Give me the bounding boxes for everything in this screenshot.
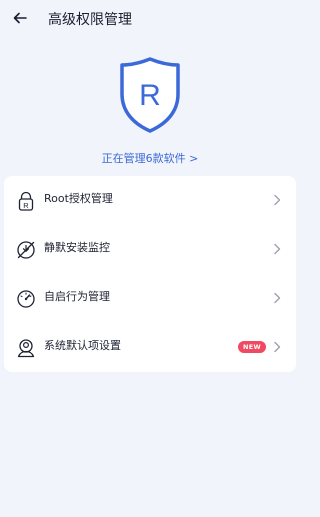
- menu-item-label: Root授权管理: [44, 192, 113, 205]
- root-lock-icon: R: [18, 191, 34, 211]
- menu-card: R Root授权管理 静默安装监控 自启行为管理 系统默认项设置 NEW: [4, 176, 296, 372]
- menu-item-silent-install[interactable]: 静默安装监控: [4, 225, 296, 274]
- back-button[interactable]: [8, 6, 32, 30]
- chevron-right-icon: [274, 194, 281, 206]
- menu-item-label: 静默安装监控: [44, 241, 110, 254]
- shield-letter: R: [139, 79, 161, 112]
- menu-item-autostart[interactable]: 自启行为管理: [4, 274, 296, 323]
- new-badge: NEW: [238, 341, 266, 353]
- shield-icon: R: [120, 57, 180, 133]
- menu-item-label: 自启行为管理: [44, 290, 110, 303]
- managed-apps-link[interactable]: 正在管理6款软件 >: [0, 150, 300, 166]
- shield-emblem: R: [118, 56, 182, 134]
- menu-item-system-defaults[interactable]: 系统默认项设置 NEW: [4, 323, 296, 372]
- back-arrow-icon: [13, 12, 27, 24]
- silent-install-icon: [17, 241, 35, 259]
- menu-item-root-permission[interactable]: R Root授权管理: [4, 176, 296, 225]
- svg-text:R: R: [23, 201, 29, 210]
- chevron-right-icon: [274, 341, 281, 353]
- speedometer-icon: [17, 290, 35, 308]
- user-settings-icon: [17, 339, 35, 358]
- page-title: 高级权限管理: [48, 12, 132, 28]
- chevron-right-icon: [274, 292, 281, 304]
- menu-item-label: 系统默认项设置: [44, 339, 121, 352]
- header: 高级权限管理: [0, 0, 300, 40]
- chevron-right-icon: [274, 243, 281, 255]
